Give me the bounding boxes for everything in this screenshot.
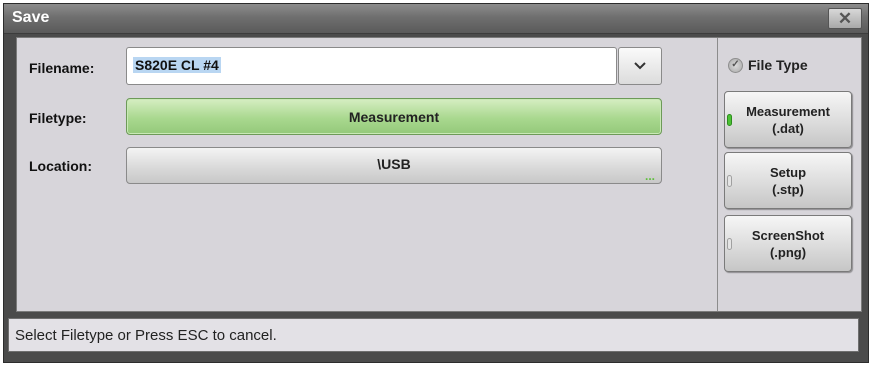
close-icon: ✕ [837, 8, 853, 28]
filename-label: Filename: [29, 60, 95, 76]
unselected-indicator-icon [727, 238, 732, 250]
location-value: \USB [377, 156, 411, 172]
checkmark-icon: ✓ [728, 57, 743, 73]
status-message: Select Filetype or Press ESC to cancel. [15, 327, 277, 344]
button-label-line1: ScreenShot [751, 227, 825, 243]
filename-input[interactable]: S820E CL #4 [126, 47, 617, 85]
button-label-line2: (.dat) [772, 120, 804, 136]
save-dialog: Save ✕ Filename: S820E CL #4 Filetype: M… [3, 3, 869, 363]
screenshot-filetype-button[interactable]: ScreenShot (.png) [724, 215, 852, 272]
file-type-panel: ✓ File Type Measurement (.dat) Setup (.s… [717, 38, 861, 311]
filetype-label: Filetype: [29, 110, 87, 126]
filename-value: S820E CL #4 [133, 57, 221, 73]
button-label-line2: (.png) [769, 244, 807, 260]
location-label: Location: [29, 158, 92, 174]
form-panel: Filename: S820E CL #4 Filetype: Measurem… [17, 38, 717, 311]
filetype-value: Measurement [348, 108, 440, 125]
dialog-body: Filename: S820E CL #4 Filetype: Measurem… [16, 37, 862, 312]
file-type-header-label: File Type [748, 57, 808, 73]
title-bar: Save ✕ [4, 4, 868, 34]
close-button[interactable]: ✕ [828, 8, 862, 29]
location-button[interactable]: \USB ... [126, 147, 662, 184]
filename-dropdown-button[interactable] [618, 47, 662, 85]
setup-filetype-button[interactable]: Setup (.stp) [724, 152, 852, 209]
unselected-indicator-icon [727, 175, 732, 187]
selected-indicator-icon [727, 114, 732, 126]
button-label-line2: (.stp) [772, 181, 804, 197]
button-label-line1: Setup [769, 164, 807, 180]
status-bar: Select Filetype or Press ESC to cancel. [8, 318, 859, 352]
file-type-header: ✓ File Type [728, 57, 808, 73]
chevron-down-icon [634, 62, 646, 70]
filetype-button[interactable]: Measurement [126, 98, 662, 135]
measurement-filetype-button[interactable]: Measurement (.dat) [724, 91, 852, 148]
button-label-line1: Measurement [746, 103, 830, 119]
dialog-title: Save [12, 9, 50, 26]
more-options-icon: ... [644, 169, 655, 183]
